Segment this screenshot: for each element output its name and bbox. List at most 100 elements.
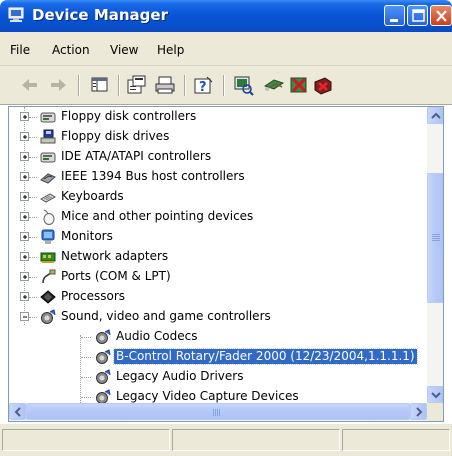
tree-connector bbox=[29, 197, 37, 198]
monitor-icon bbox=[40, 229, 56, 245]
tree-connector bbox=[81, 377, 91, 378]
tree-item-audio-codecs[interactable]: Audio Codecs bbox=[9, 327, 427, 347]
vertical-scroll-thumb[interactable] bbox=[427, 173, 443, 303]
network-adapter-icon bbox=[40, 249, 56, 265]
device-tree[interactable]: Floppy disk controllers Floppy disk driv… bbox=[8, 106, 444, 422]
menu-bar: File Action View Help bbox=[0, 32, 452, 66]
menu-action[interactable]: Action bbox=[52, 43, 90, 57]
disable-icon bbox=[314, 77, 332, 95]
tree-item-legacy-audio-drivers[interactable]: Legacy Audio Drivers bbox=[9, 367, 427, 387]
tree-connector bbox=[81, 357, 91, 358]
tree-item-floppy-disk-controllers[interactable]: Floppy disk controllers bbox=[9, 107, 427, 127]
tree-item-keyboards[interactable]: Keyboards bbox=[9, 187, 427, 207]
menu-help[interactable]: Help bbox=[157, 43, 184, 57]
tree-item-label: Audio Codecs bbox=[116, 329, 198, 343]
sound-icon bbox=[40, 309, 56, 325]
tree-item-processors[interactable]: Processors bbox=[9, 287, 427, 307]
menu-file[interactable]: File bbox=[10, 43, 30, 57]
tree-item-sound-video-and-game-controllers[interactable]: Sound, video and game controllers bbox=[9, 307, 427, 327]
tree-item-label: Floppy disk controllers bbox=[61, 109, 197, 123]
tree-item-ide-ata-atapi-controllers[interactable]: IDE ATA/ATAPI controllers bbox=[9, 147, 427, 167]
expand-plus-icon[interactable] bbox=[20, 172, 29, 181]
scroll-grip bbox=[213, 409, 214, 416]
properties-icon bbox=[127, 75, 146, 94]
toolbar-separator bbox=[223, 75, 225, 96]
close-button[interactable] bbox=[430, 5, 452, 26]
tree-item-label: Network adapters bbox=[61, 249, 169, 263]
properties-button[interactable] bbox=[125, 74, 149, 96]
tree-connector bbox=[29, 257, 37, 258]
chevron-down-icon bbox=[431, 392, 441, 399]
controller-icon bbox=[40, 109, 56, 125]
print-button[interactable] bbox=[153, 74, 177, 96]
tree-item-ports-com-lpt[interactable]: Ports (COM & LPT) bbox=[9, 267, 427, 287]
tree-item-b-control-rotary-fader-2000[interactable]: B-Control Rotary/Fader 2000 (12/23/2004,… bbox=[9, 347, 427, 367]
tree-item-mice-and-other-pointing-devices[interactable]: Mice and other pointing devices bbox=[9, 207, 427, 227]
status-pane-tertiary bbox=[342, 429, 450, 451]
audio-device-icon bbox=[95, 329, 111, 345]
expand-plus-icon[interactable] bbox=[20, 272, 29, 281]
horizontal-scrollbar[interactable] bbox=[9, 403, 427, 421]
help-button[interactable]: ? bbox=[192, 74, 216, 96]
expand-plus-icon[interactable] bbox=[20, 212, 29, 221]
expand-plus-icon[interactable] bbox=[20, 132, 29, 141]
expand-plus-icon[interactable] bbox=[20, 112, 29, 121]
scan-hardware-button[interactable] bbox=[231, 74, 255, 96]
back-arrow-icon bbox=[22, 79, 37, 91]
scroll-grip bbox=[432, 236, 440, 237]
tree-connector bbox=[29, 177, 37, 178]
svg-text:?: ? bbox=[199, 80, 207, 95]
tree-connector bbox=[29, 317, 37, 318]
tree-item-label: IEEE 1394 Bus host controllers bbox=[61, 169, 245, 183]
tree-connector bbox=[29, 217, 37, 218]
help-icon: ? bbox=[194, 76, 213, 95]
maximize-button[interactable] bbox=[407, 5, 428, 26]
scrollbar-corner bbox=[427, 403, 443, 421]
horizontal-scroll-thumb[interactable] bbox=[26, 403, 410, 420]
forward-button[interactable] bbox=[46, 74, 70, 96]
tree-item-floppy-disk-drives[interactable]: Floppy disk drives bbox=[9, 127, 427, 147]
tree-item-label: Legacy Audio Drivers bbox=[116, 369, 244, 383]
tree-item-network-adapters[interactable]: Network adapters bbox=[9, 247, 427, 267]
back-button[interactable] bbox=[18, 74, 42, 96]
tree-connector bbox=[81, 397, 91, 398]
update-driver-button[interactable] bbox=[262, 74, 286, 96]
tree-item-monitors[interactable]: Monitors bbox=[9, 227, 427, 247]
scroll-grip bbox=[432, 234, 440, 235]
expand-plus-icon[interactable] bbox=[20, 232, 29, 241]
scroll-grip bbox=[217, 409, 218, 416]
firewire-icon bbox=[40, 169, 56, 185]
scroll-up-button[interactable] bbox=[427, 107, 443, 124]
expand-plus-icon[interactable] bbox=[20, 252, 29, 261]
console-tree-button[interactable] bbox=[88, 74, 112, 96]
chevron-left-icon bbox=[14, 407, 21, 417]
collapse-minus-icon[interactable] bbox=[20, 312, 29, 321]
expand-plus-icon[interactable] bbox=[20, 192, 29, 201]
status-pane-main bbox=[2, 429, 170, 451]
tree-item-label: Sound, video and game controllers bbox=[61, 309, 271, 323]
vertical-scrollbar[interactable] bbox=[427, 107, 443, 403]
toolbar-separator bbox=[184, 75, 186, 96]
tree-item-legacy-video-capture-devices[interactable]: Legacy Video Capture Devices bbox=[9, 387, 427, 403]
expand-plus-icon[interactable] bbox=[20, 292, 29, 301]
close-icon bbox=[436, 10, 447, 22]
disable-button[interactable] bbox=[311, 74, 335, 96]
scroll-left-button[interactable] bbox=[9, 403, 26, 420]
tree-item-label: Mice and other pointing devices bbox=[61, 209, 254, 223]
print-icon bbox=[155, 76, 175, 94]
tree-item-ieee-1394-bus-host-controllers[interactable]: IEEE 1394 Bus host controllers bbox=[9, 167, 427, 187]
uninstall-button[interactable] bbox=[287, 74, 311, 96]
title-bar[interactable]: Device Manager bbox=[0, 0, 452, 32]
tree-connector bbox=[29, 297, 37, 298]
menu-view[interactable]: View bbox=[110, 43, 138, 57]
console-tree-icon bbox=[91, 77, 108, 92]
scroll-right-button[interactable] bbox=[410, 403, 427, 420]
tree-item-label: Ports (COM & LPT) bbox=[61, 269, 171, 283]
scroll-down-button[interactable] bbox=[427, 386, 443, 403]
minimize-button[interactable] bbox=[384, 5, 405, 26]
tree-item-label: Floppy disk drives bbox=[61, 129, 170, 143]
window-title: Device Manager bbox=[32, 6, 168, 24]
tree-item-label: Processors bbox=[61, 289, 126, 303]
expand-plus-icon[interactable] bbox=[20, 152, 29, 161]
status-pane-secondary bbox=[172, 429, 340, 451]
